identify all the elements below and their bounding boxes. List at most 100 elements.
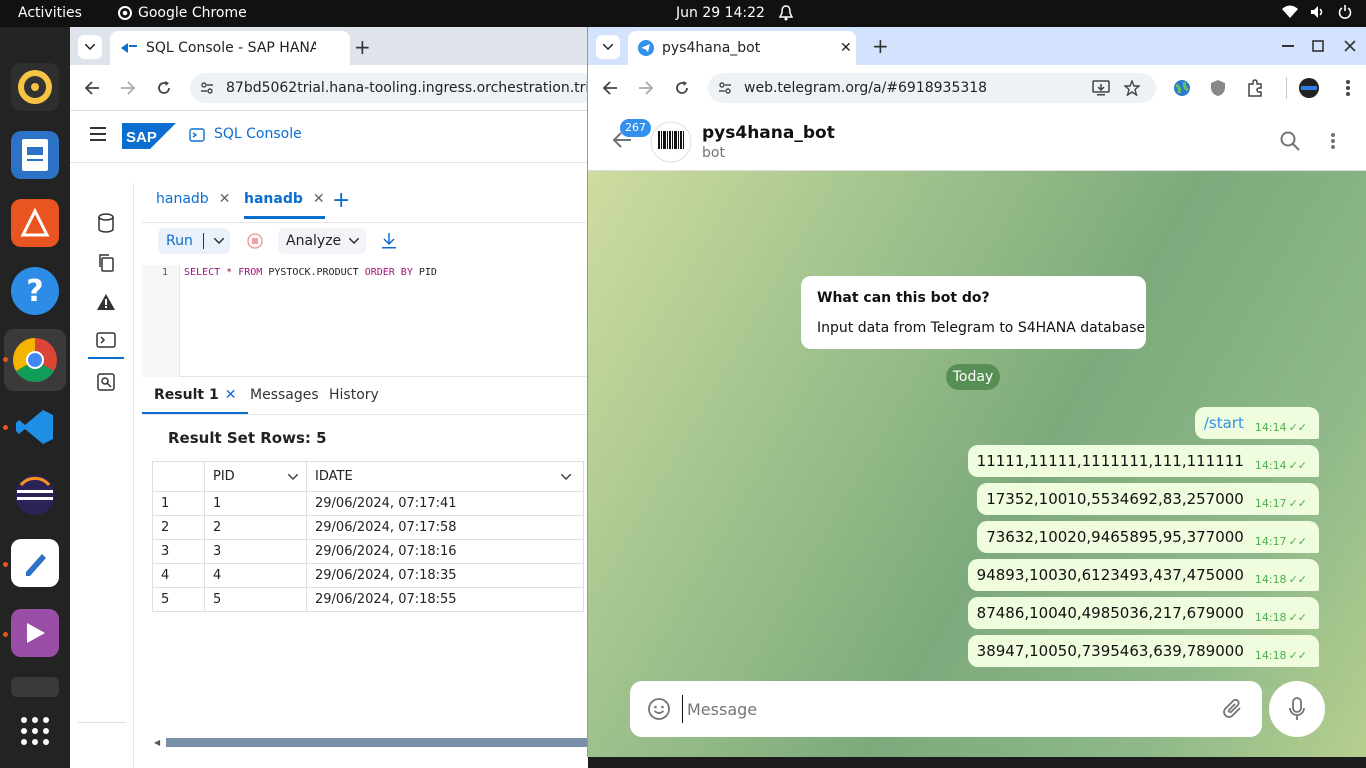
search-icon[interactable] <box>1280 131 1300 151</box>
analyze-button[interactable]: Analyze <box>278 228 366 254</box>
close-icon[interactable]: ✕ <box>313 191 325 207</box>
sql-text: SELECT * FROM PYSTOCK.PRODUCT ORDER BY P… <box>184 267 437 278</box>
message-bubble[interactable]: 11111,11111,1111111,111,111111 14:14 ✓✓ <box>967 445 1319 477</box>
bot-avatar[interactable] <box>650 121 692 163</box>
activities-button[interactable]: Activities <box>18 5 82 21</box>
message-bubble[interactable]: 94893,10030,6123493,437,475000 14:18 ✓✓ <box>967 559 1319 591</box>
message-time: 14:14 <box>1254 420 1287 434</box>
horizontal-scrollbar[interactable]: ◀ <box>154 737 588 747</box>
clock[interactable]: Jun 29 14:22 <box>676 5 765 21</box>
bell-icon[interactable] <box>779 5 793 21</box>
menu-icon[interactable] <box>90 127 106 141</box>
app-center-icon[interactable] <box>11 199 59 247</box>
add-tab-button[interactable]: + <box>332 188 350 213</box>
reload-icon[interactable] <box>674 80 690 96</box>
close-icon[interactable]: ✕ <box>840 40 852 56</box>
close-icon[interactable]: ✕ <box>219 191 231 207</box>
chevron-down-icon <box>213 238 224 244</box>
emoji-icon[interactable] <box>647 697 671 721</box>
back-icon[interactable] <box>84 80 100 96</box>
sql-editor[interactable]: 1 SELECT * FROM PYSTOCK.PRODUCT ORDER BY… <box>142 265 588 377</box>
chat-area[interactable]: What can this bot do? Input data from Te… <box>588 171 1366 757</box>
maximize-icon[interactable] <box>1312 40 1324 52</box>
tab-telegram[interactable]: pys4hana_bot ✕ <box>628 31 856 65</box>
message-text[interactable]: /start <box>1204 414 1244 432</box>
writer-icon[interactable] <box>11 131 59 179</box>
more-icon[interactable] <box>1331 132 1335 150</box>
chat-title[interactable]: pys4hana_bot <box>702 123 835 143</box>
video-icon[interactable] <box>11 609 59 657</box>
copy-icon[interactable] <box>97 253 115 273</box>
attach-icon[interactable] <box>1222 697 1244 721</box>
back-icon[interactable] <box>602 80 618 96</box>
text-editor-icon[interactable] <box>11 539 59 587</box>
message-bubble[interactable]: 73632,10020,9465895,95,377000 14:17 ✓✓ <box>977 521 1319 553</box>
tab-sql-console[interactable]: SQL Console - SAP HANA <box>110 31 350 65</box>
tab-messages[interactable]: Messages <box>250 387 319 403</box>
system-tray[interactable] <box>1282 5 1352 19</box>
message-bubble[interactable]: 87486,10040,4985036,217,679000 14:18 ✓✓ <box>967 597 1319 629</box>
new-tab-button[interactable]: + <box>354 35 371 59</box>
message-time: 14:14 <box>1254 458 1287 472</box>
stop-icon[interactable] <box>247 233 263 249</box>
record-voice-button[interactable] <box>1269 681 1325 737</box>
tab-search-button[interactable] <box>78 35 102 59</box>
download-icon[interactable] <box>381 232 397 250</box>
search-settings-icon[interactable] <box>97 373 115 391</box>
vscode-icon[interactable] <box>11 403 59 451</box>
close-window-icon[interactable] <box>1344 40 1356 52</box>
scrollbar-thumb[interactable] <box>166 738 588 747</box>
help-icon[interactable]: ? <box>11 267 59 315</box>
message-bubble[interactable]: /start 14:14 ✓✓ <box>1194 407 1319 439</box>
extensions-icon[interactable] <box>1246 79 1264 97</box>
table-row[interactable]: 3 3 29/06/2024, 07:18:16 <box>152 539 584 564</box>
forward-icon[interactable] <box>120 80 136 96</box>
sql-console-main: hanadb ✕ hanadb ✕ + Run Analyze 1 SELECT *… <box>142 183 588 768</box>
app-grid-icon[interactable] <box>11 707 59 755</box>
sap-logo[interactable]: SAP <box>122 123 176 149</box>
run-button[interactable]: Run <box>158 228 230 254</box>
message-bubble[interactable]: 38947,10050,7395463,639,789000 14:18 ✓✓ <box>967 635 1319 667</box>
column-header-pid[interactable]: PID <box>204 461 307 492</box>
tab-search-button[interactable] <box>596 35 620 59</box>
extension-globe-icon[interactable] <box>1173 79 1191 97</box>
warning-icon[interactable] <box>96 293 116 311</box>
url-field[interactable]: 87bd5062trial.hana-tooling.ingress.orche… <box>190 73 588 103</box>
double-check-icon: ✓✓ <box>1288 458 1307 472</box>
app-name: Google Chrome <box>138 5 247 21</box>
forward-icon[interactable] <box>638 80 654 96</box>
chrome-dock-icon[interactable] <box>4 329 66 391</box>
editor-tab-1[interactable]: hanadb ✕ <box>156 191 230 207</box>
tab-history[interactable]: History <box>329 387 379 403</box>
close-icon[interactable]: ✕ <box>225 387 237 403</box>
star-icon[interactable] <box>1124 80 1140 96</box>
rhythmbox-icon[interactable] <box>11 63 59 111</box>
install-app-icon[interactable] <box>1092 80 1110 96</box>
new-tab-button[interactable]: + <box>872 34 889 58</box>
message-bubble[interactable]: 17352,10010,5534692,83,257000 14:17 ✓✓ <box>977 483 1319 515</box>
chrome-icon <box>118 6 132 20</box>
app-menu[interactable]: Google Chrome <box>118 5 247 21</box>
minimize-icon[interactable] <box>1282 45 1294 47</box>
eclipse-icon[interactable] <box>11 471 59 519</box>
disk-icon[interactable] <box>11 677 59 697</box>
table-row[interactable]: 4 4 29/06/2024, 07:18:35 <box>152 563 584 588</box>
more-icon[interactable] <box>1346 79 1350 97</box>
message-input[interactable] <box>682 695 1202 723</box>
table-row[interactable]: 2 2 29/06/2024, 07:17:58 <box>152 515 584 540</box>
column-header-idate[interactable]: IDATE <box>306 461 584 492</box>
editor-tab-label: hanadb <box>156 191 209 207</box>
editor-tab-2[interactable]: hanadb ✕ <box>244 191 325 219</box>
tab-result-1[interactable]: Result 1 ✕ <box>142 377 249 414</box>
url-field[interactable]: web.telegram.org/a/#6918935318 <box>708 73 1156 103</box>
database-icon[interactable] <box>97 213 115 233</box>
scroll-left-icon[interactable]: ◀ <box>154 738 160 747</box>
sql-console-nav-item[interactable] <box>88 323 124 359</box>
shell-title[interactable]: SQL Console <box>214 126 302 142</box>
result-table: PID IDATE 1 1 29/06/2024, 07:17:41 2 2 29/06… <box>152 461 584 612</box>
reload-icon[interactable] <box>156 80 172 96</box>
table-row[interactable]: 1 1 29/06/2024, 07:17:41 <box>152 491 584 516</box>
profile-avatar-icon[interactable] <box>1298 77 1320 99</box>
table-row[interactable]: 5 5 29/06/2024, 07:18:55 <box>152 587 584 612</box>
shield-icon[interactable] <box>1210 79 1226 97</box>
